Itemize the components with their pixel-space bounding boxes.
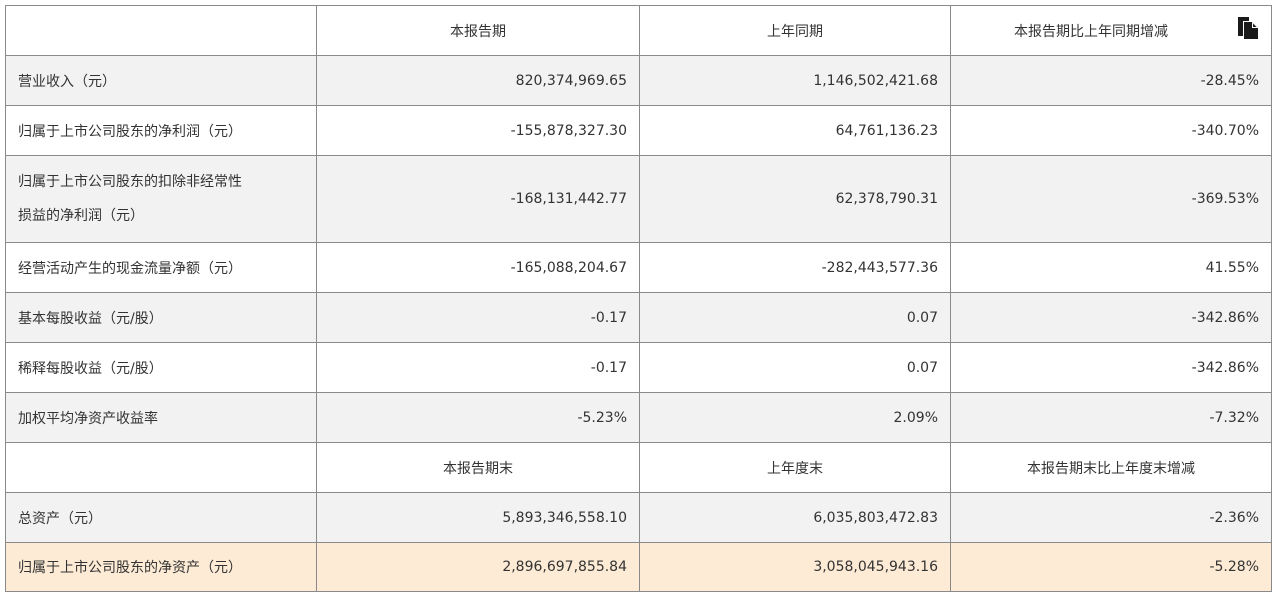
- current-period-value: -168,131,442.77: [316, 155, 640, 243]
- copy-icon[interactable]: [1237, 16, 1259, 40]
- row-label: 经营活动产生的现金流量净额（元）: [5, 242, 317, 293]
- change-value: -342.86%: [950, 292, 1272, 343]
- table-row: 稀释每股收益（元/股） -0.17 0.07 -342.86%: [5, 342, 1272, 393]
- period-end-value: 5,893,346,558.10: [316, 492, 640, 543]
- table-row: 归属于上市公司股东的扣除非经常性 损益的净利润（元） -168,131,442.…: [5, 155, 1272, 243]
- table-row: 归属于上市公司股东的净利润（元） -155,878,327.30 64,761,…: [5, 105, 1272, 156]
- change-value: -2.36%: [950, 492, 1272, 543]
- prior-year-value: 0.07: [639, 342, 951, 393]
- row-label-line1: 归属于上市公司股东的扣除非经常性: [18, 174, 242, 190]
- header-current-period: 本报告期: [316, 5, 640, 56]
- change-value: -7.32%: [950, 392, 1272, 443]
- row-label: 营业收入（元）: [5, 55, 317, 106]
- financial-summary-table: 本报告期 上年同期 本报告期比上年同期增减 营业收入（元） 820,374,96…: [5, 5, 1272, 592]
- current-period-value: 820,374,969.65: [316, 55, 640, 106]
- prior-year-end-value: 3,058,045,943.16: [639, 542, 951, 592]
- table-row: 加权平均净资产收益率 -5.23% 2.09% -7.32%: [5, 392, 1272, 443]
- header-change-cell: 本报告期比上年同期增减: [950, 5, 1272, 56]
- table-subheader-row: 本报告期末 上年度末 本报告期末比上年度末增减: [5, 442, 1272, 493]
- header-change: 本报告期比上年同期增减: [1014, 23, 1168, 40]
- table-row-highlighted: 归属于上市公司股东的净资产（元） 2,896,697,855.84 3,058,…: [5, 542, 1272, 592]
- header-period-end: 本报告期末: [316, 442, 640, 493]
- current-period-value: -5.23%: [316, 392, 640, 443]
- row-label: 归属于上市公司股东的净利润（元）: [5, 105, 317, 156]
- row-label: 归属于上市公司股东的扣除非经常性 损益的净利润（元）: [5, 155, 317, 243]
- header-prior-year-end: 上年度末: [639, 442, 951, 493]
- table-row: 营业收入（元） 820,374,969.65 1,146,502,421.68 …: [5, 55, 1272, 106]
- table-row: 总资产（元） 5,893,346,558.10 6,035,803,472.83…: [5, 492, 1272, 543]
- prior-year-end-value: 6,035,803,472.83: [639, 492, 951, 543]
- header-change-since-year-end: 本报告期末比上年度末增减: [950, 442, 1272, 493]
- prior-year-value: 1,146,502,421.68: [639, 55, 951, 106]
- row-label: 稀释每股收益（元/股）: [5, 342, 317, 393]
- prior-year-value: 2.09%: [639, 392, 951, 443]
- change-value: -5.28%: [950, 542, 1272, 592]
- table-row: 经营活动产生的现金流量净额（元） -165,088,204.67 -282,44…: [5, 242, 1272, 293]
- row-label: 总资产（元）: [5, 492, 317, 543]
- change-value: 41.55%: [950, 242, 1272, 293]
- change-value: -28.45%: [950, 55, 1272, 106]
- table-row: 基本每股收益（元/股） -0.17 0.07 -342.86%: [5, 292, 1272, 343]
- change-value: -340.70%: [950, 105, 1272, 156]
- change-value: -342.86%: [950, 342, 1272, 393]
- prior-year-value: -282,443,577.36: [639, 242, 951, 293]
- header-prior-year-period: 上年同期: [639, 5, 951, 56]
- row-label-line2: 损益的净利润（元）: [18, 208, 144, 224]
- current-period-value: -0.17: [316, 342, 640, 393]
- current-period-value: -165,088,204.67: [316, 242, 640, 293]
- row-label: 基本每股收益（元/股）: [5, 292, 317, 343]
- row-label: 加权平均净资产收益率: [5, 392, 317, 443]
- table-header-row: 本报告期 上年同期 本报告期比上年同期增减: [5, 5, 1272, 56]
- prior-year-value: 64,761,136.23: [639, 105, 951, 156]
- current-period-value: -155,878,327.30: [316, 105, 640, 156]
- prior-year-value: 62,378,790.31: [639, 155, 951, 243]
- current-period-value: -0.17: [316, 292, 640, 343]
- header-blank-cell: [5, 5, 317, 56]
- row-label: 归属于上市公司股东的净资产（元）: [5, 542, 317, 592]
- change-value: -369.53%: [950, 155, 1272, 243]
- subheader-blank-cell: [5, 442, 317, 493]
- prior-year-value: 0.07: [639, 292, 951, 343]
- period-end-value: 2,896,697,855.84: [316, 542, 640, 592]
